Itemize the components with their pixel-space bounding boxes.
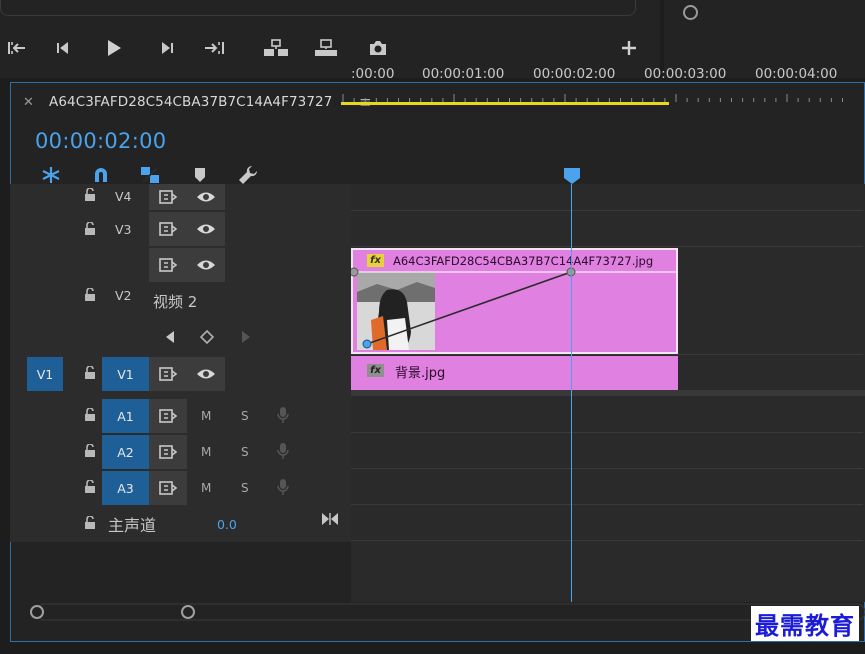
audio-video-separator <box>351 390 865 396</box>
add-keyframe-icon[interactable] <box>200 330 214 344</box>
fx-badge[interactable]: fx <box>367 364 384 377</box>
opacity-keyframe-line[interactable] <box>351 250 678 354</box>
track-divider <box>351 468 863 469</box>
lock-icon[interactable] <box>83 444 97 458</box>
ruler-label: 00:00:01:00 <box>422 66 505 82</box>
play-icon[interactable] <box>102 36 126 60</box>
clip-upper[interactable]: fx A64C3FAFD28C54CBA37B7C14A4F73727.jpg <box>351 248 678 354</box>
playhead-handle[interactable] <box>554 166 590 184</box>
source-v1-target[interactable]: V1 <box>27 357 63 391</box>
sync-lock-icon[interactable] <box>149 184 187 210</box>
track-v3-label[interactable]: V3 <box>115 222 132 237</box>
track-area[interactable]: fx A64C3FAFD28C54CBA37B7C14A4F73727.jpg … <box>351 184 865 602</box>
close-tab-icon[interactable]: ✕ <box>23 95 34 110</box>
track-divider <box>351 354 863 355</box>
track-a3-target[interactable]: A3 <box>102 471 149 505</box>
microphone-icon[interactable] <box>277 406 289 424</box>
step-back-icon[interactable] <box>52 36 76 60</box>
overwrite-icon[interactable] <box>312 36 340 60</box>
solo-button[interactable]: S <box>241 445 249 459</box>
mute-button[interactable]: M <box>201 481 211 495</box>
snap-magnet-icon[interactable] <box>90 165 112 185</box>
watermark-text: 最需教育 <box>751 606 859 641</box>
time-ruler[interactable]: :00:00 00:00:01:00 00:00:02:00 00:00:03:… <box>341 58 853 106</box>
go-to-in-icon[interactable] <box>4 36 28 60</box>
ruler-label: :00:00 <box>351 66 395 82</box>
track-a1-target[interactable]: A1 <box>102 399 149 433</box>
track-v2-label[interactable]: V2 <box>115 288 132 303</box>
sync-lock-icon[interactable] <box>149 357 187 391</box>
sequence-title[interactable]: A64C3FAFD28C54CBA37B7C14A4F73727 <box>49 94 332 110</box>
sync-lock-icon[interactable] <box>149 212 187 246</box>
ruler-label: 00:00:03:00 <box>644 66 727 82</box>
track-v2-name[interactable]: 视频 2 <box>153 291 197 312</box>
microphone-icon[interactable] <box>277 442 289 460</box>
ruler-label: 00:00:02:00 <box>533 66 616 82</box>
track-headers: V4 V3 V2 视频 2 V1 V1 A1 M S A2 M S A3 M S… <box>10 184 351 542</box>
go-to-end-icon[interactable] <box>321 512 339 526</box>
lock-icon[interactable] <box>83 516 97 530</box>
track-a2-target[interactable]: A2 <box>102 435 149 469</box>
add-marker-icon[interactable] <box>189 165 211 185</box>
eye-icon[interactable] <box>187 357 225 391</box>
go-to-out-icon[interactable] <box>202 36 228 60</box>
track-divider <box>351 246 863 247</box>
track-divider <box>351 210 863 211</box>
playhead-line[interactable] <box>571 184 572 602</box>
master-volume-value[interactable]: 0.0 <box>217 517 237 532</box>
track-divider <box>351 432 863 433</box>
monitor-scrollbar[interactable] <box>0 0 636 16</box>
lock-icon[interactable] <box>83 366 97 380</box>
linked-selection-icon[interactable] <box>139 165 161 185</box>
export-frame-icon[interactable] <box>366 36 390 60</box>
mute-button[interactable]: M <box>201 445 211 459</box>
clip-lower[interactable]: fx 背景.jpg <box>351 356 678 390</box>
insert-icon[interactable] <box>262 36 290 60</box>
master-track-label[interactable]: 主声道 <box>108 512 156 536</box>
step-forward-icon[interactable] <box>154 36 178 60</box>
add-button-icon[interactable] <box>618 36 640 60</box>
work-area-bar[interactable] <box>341 102 669 105</box>
track-divider <box>351 540 863 541</box>
track-divider <box>351 504 863 505</box>
solo-button[interactable]: S <box>241 481 249 495</box>
timeline-zoom-scrollbar[interactable] <box>10 598 865 628</box>
sync-lock-icon[interactable] <box>149 399 187 433</box>
eye-icon[interactable] <box>187 212 225 246</box>
lock-icon[interactable] <box>83 188 97 202</box>
lock-icon[interactable] <box>83 408 97 422</box>
lock-icon[interactable] <box>83 288 97 302</box>
lock-icon[interactable] <box>83 480 97 494</box>
transport-controls <box>0 36 660 60</box>
nest-toggle-icon[interactable] <box>40 165 62 185</box>
eye-icon[interactable] <box>187 248 225 282</box>
sync-lock-icon[interactable] <box>149 435 187 469</box>
sync-lock-icon[interactable] <box>149 471 187 505</box>
ruler-label: 00:00:04:00 <box>755 66 838 82</box>
sync-lock-icon[interactable] <box>149 248 187 282</box>
lock-icon[interactable] <box>83 222 97 236</box>
eye-icon[interactable] <box>187 184 225 210</box>
clip-lower-name: 背景.jpg <box>395 366 446 381</box>
next-keyframe-icon[interactable] <box>240 330 252 344</box>
prev-keyframe-icon[interactable] <box>164 330 176 344</box>
solo-button[interactable]: S <box>241 409 249 423</box>
microphone-icon[interactable] <box>277 478 289 496</box>
playhead-timecode[interactable]: 00:00:02:00 <box>35 129 166 153</box>
mute-button[interactable]: M <box>201 409 211 423</box>
track-v4-label[interactable]: V4 <box>115 189 132 204</box>
track-v1-target[interactable]: V1 <box>102 357 149 391</box>
wrench-settings-icon[interactable] <box>237 165 259 185</box>
zoom-handle[interactable] <box>683 5 698 20</box>
